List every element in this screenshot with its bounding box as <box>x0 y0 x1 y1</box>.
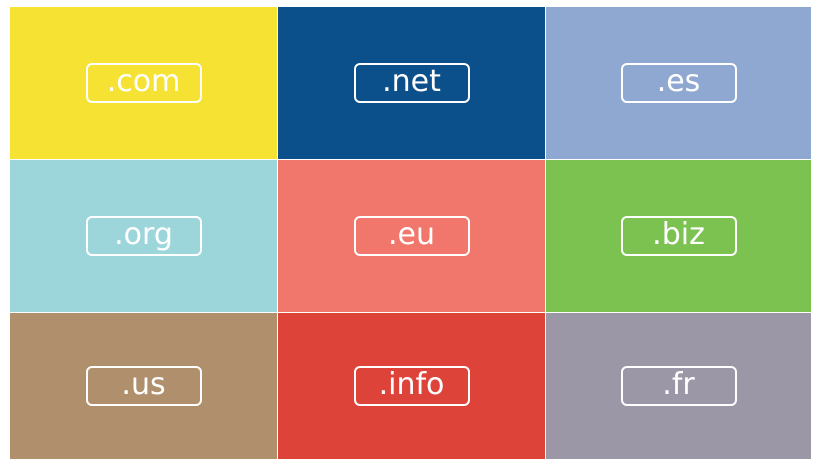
domain-label-box: .com <box>85 63 202 103</box>
tile-org[interactable]: .org <box>10 160 277 312</box>
domain-label: .net <box>382 64 441 99</box>
domain-label-box: .info <box>353 366 470 406</box>
tile-info[interactable]: .info <box>278 313 545 459</box>
domain-label: .biz <box>652 217 705 252</box>
domain-grid: .com .net .es .org .eu .biz .us .info .f… <box>10 7 811 459</box>
domain-label-box: .fr <box>620 366 737 406</box>
domain-label-box: .eu <box>353 216 470 256</box>
domain-label: .org <box>114 217 173 252</box>
domain-label: .fr <box>662 367 695 402</box>
domain-label-box: .net <box>353 63 470 103</box>
domain-label: .es <box>656 64 701 99</box>
domain-label-box: .es <box>620 63 737 103</box>
tile-eu[interactable]: .eu <box>278 160 545 312</box>
tile-biz[interactable]: .biz <box>546 160 811 312</box>
domain-label: .com <box>106 64 181 99</box>
domain-label: .eu <box>387 217 435 252</box>
domain-label-box: .biz <box>620 216 737 256</box>
tile-us[interactable]: .us <box>10 313 277 459</box>
tile-fr[interactable]: .fr <box>546 313 811 459</box>
domain-label-box: .us <box>85 366 202 406</box>
domain-label-box: .org <box>85 216 202 256</box>
tile-net[interactable]: .net <box>278 7 545 159</box>
tile-es[interactable]: .es <box>546 7 811 159</box>
tile-com[interactable]: .com <box>10 7 277 159</box>
domain-label: .us <box>121 367 166 402</box>
domain-label: .info <box>378 367 445 402</box>
